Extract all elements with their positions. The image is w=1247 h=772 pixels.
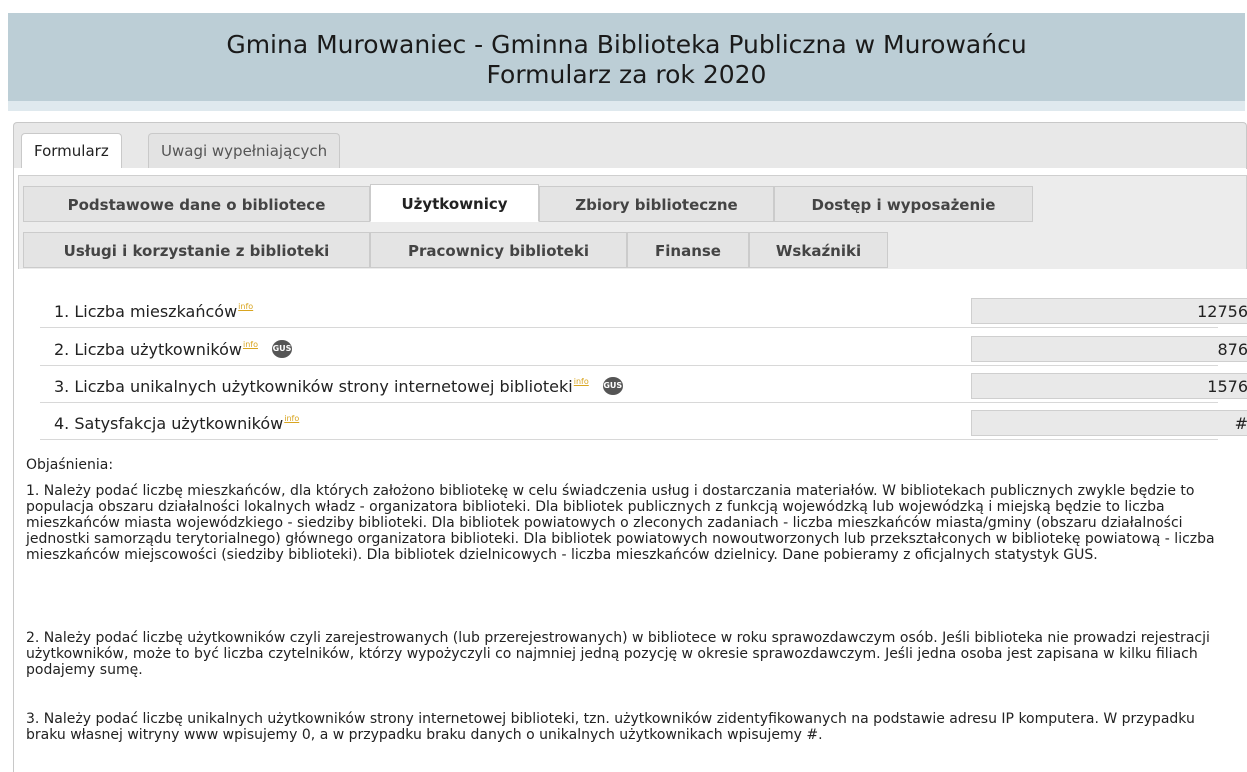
note-item: 2. Należy podać liczbę użytkowników czyl… [26, 630, 1210, 678]
page-title: Gmina Murowaniec - Gminna Biblioteka Pub… [226, 30, 1027, 59]
section-tabs: Podstawowe dane o bibliotece Użytkownicy… [18, 175, 1247, 269]
field-row-satysfakcja: 4. Satysfakcja użytkownikówinfo # [40, 410, 1247, 440]
field-label: 2. Liczba użytkowników [54, 340, 242, 359]
field-value-satysfakcja[interactable]: # [971, 410, 1247, 436]
tab-finanse[interactable]: Finanse [627, 232, 749, 268]
note-item: 1. Należy podać liczbę mieszkańców, dla … [26, 483, 1215, 563]
tab-formularz[interactable]: Formularz [21, 133, 122, 170]
field-value-uzytkownicy[interactable]: 876 [971, 336, 1247, 362]
tab-uslugi[interactable]: Usługi i korzystanie z biblioteki [23, 232, 370, 268]
tab-dostep[interactable]: Dostęp i wyposażenie [774, 186, 1033, 222]
field-row-uzytkownicy: 2. Liczba użytkownikówinfo GUS 876 [40, 336, 1247, 366]
tab-podstawowe-dane[interactable]: Podstawowe dane o bibliotece [23, 186, 370, 222]
tab-uzytkownicy[interactable]: Użytkownicy [370, 184, 539, 222]
field-label: 1. Liczba mieszkańców [54, 302, 238, 321]
gus-icon: GUS [602, 376, 623, 395]
field-row-unikalni: 3. Liczba unikalnych użytkowników strony… [40, 373, 1247, 403]
note-item: 3. Należy podać liczbę unikalnych użytko… [26, 711, 1195, 743]
field-row-mieszkancy: 1. Liczba mieszkańcówinfo 12756 [40, 298, 1247, 328]
field-label: 4. Satysfakcja użytkowników [54, 414, 284, 433]
page-header: Gmina Murowaniec - Gminna Biblioteka Pub… [8, 13, 1245, 101]
notes-heading: Objaśnienia: [26, 457, 114, 473]
field-value-unikalni[interactable]: 1576 [971, 373, 1247, 399]
gus-icon: GUS [271, 339, 292, 358]
info-link[interactable]: info [574, 377, 589, 386]
outer-tabs: Formularz Uwagi wypełniających [13, 122, 1247, 170]
tab-uwagi[interactable]: Uwagi wypełniających [148, 133, 341, 168]
info-link[interactable]: info [284, 414, 299, 423]
info-link[interactable]: info [238, 302, 253, 311]
page-subtitle: Formularz za rok 2020 [486, 60, 767, 89]
field-value-mieszkancy[interactable]: 12756 [971, 298, 1247, 324]
field-label: 3. Liczba unikalnych użytkowników strony… [54, 377, 573, 396]
tab-zbiory[interactable]: Zbiory biblioteczne [539, 186, 774, 222]
tab-wskazniki[interactable]: Wskaźniki [749, 232, 888, 268]
header-divider [8, 101, 1245, 111]
tab-pracownicy[interactable]: Pracownicy biblioteki [370, 232, 627, 268]
info-link[interactable]: info [243, 340, 258, 349]
